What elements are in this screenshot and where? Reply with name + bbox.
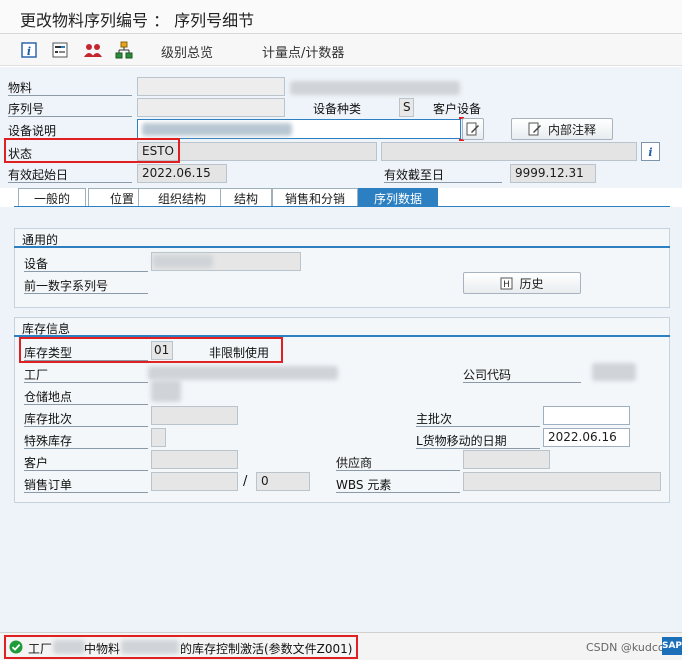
prev-serial-label: 前一数字系列号	[24, 277, 148, 294]
general-group-line	[14, 246, 670, 248]
stock-batch-label: 库存批次	[24, 410, 148, 427]
serial-field[interactable]	[137, 98, 285, 117]
storage-location-label: 仓储地点	[24, 388, 148, 405]
wbs-label: WBS 元素	[336, 476, 460, 493]
note-icon	[528, 122, 541, 136]
info-icon: i	[648, 146, 652, 158]
status-info-button[interactable]: i	[641, 142, 660, 161]
tab-general[interactable]: 一般的	[18, 188, 86, 207]
master-batch-label: 主批次	[416, 410, 540, 427]
sap-logo: SAP	[662, 637, 682, 655]
info-icon[interactable]: i	[20, 41, 38, 59]
history-button[interactable]: H 历史	[463, 272, 581, 294]
customer-label: 客户	[24, 454, 148, 471]
special-stock-label: 特殊库存	[24, 432, 148, 449]
equipment-label: 设备	[24, 255, 148, 272]
internal-note-button[interactable]: 内部注释	[511, 118, 613, 140]
svg-text:i: i	[27, 45, 31, 58]
measuring-points-button[interactable]: 计量点/计数器	[262, 42, 344, 61]
window-title: 更改物料序列编号 ： 序列号细节	[20, 11, 255, 30]
history-label: 历史	[519, 276, 544, 291]
structure-icon[interactable]	[51, 41, 69, 59]
long-text-button[interactable]	[462, 118, 484, 140]
wbs-field	[463, 472, 661, 491]
sales-order-item-field: 0	[256, 472, 310, 491]
valid-to-field: 9999.12.31	[510, 164, 596, 183]
company-code-label: 公司代码	[463, 366, 581, 383]
level-overview-button[interactable]: 级别总览	[161, 42, 213, 61]
valid-from-field: 2022.06.15	[137, 164, 227, 183]
tab-serial-data[interactable]: 序列数据	[358, 188, 438, 207]
tab-structure[interactable]: 结构	[220, 188, 272, 207]
plant-redacted	[148, 366, 338, 380]
history-icon: H	[500, 277, 513, 290]
vendor-field	[463, 450, 550, 469]
master-batch-input[interactable]	[543, 406, 630, 425]
edit-text-icon	[466, 122, 479, 136]
material-label: 物料	[8, 79, 132, 96]
special-stock-field	[151, 428, 166, 447]
status-bar: 工厂 中物料 的库存控制激活(参数文件Z001) CSDN @kudcon SA…	[0, 632, 682, 660]
equipment-redacted	[153, 255, 213, 268]
status-highlight-box	[4, 635, 358, 659]
equip-category-text: 客户设备	[433, 102, 482, 116]
hierarchy-icon[interactable]	[115, 41, 133, 59]
vendor-label: 供应商	[336, 454, 460, 471]
partners-icon[interactable]	[82, 41, 104, 59]
company-code-redacted	[592, 363, 636, 381]
csdn-watermark: CSDN @kudcon	[586, 641, 672, 654]
sales-order-field	[151, 472, 238, 491]
serial-label: 序列号	[8, 100, 132, 117]
storage-location-redacted	[151, 380, 181, 402]
internal-note-label: 内部注释	[547, 122, 596, 137]
material-description-redacted	[290, 81, 460, 95]
last-movement-label: L货物移动的日期	[416, 432, 540, 449]
customer-field	[151, 450, 238, 469]
valid-from-label: 有效起始日	[8, 166, 132, 183]
description-redacted	[142, 123, 292, 136]
equip-category-field[interactable]: S	[399, 98, 414, 117]
status-long-field	[381, 142, 637, 161]
plant-label: 工厂	[24, 366, 148, 383]
stock-batch-field	[151, 406, 238, 425]
sales-order-label: 销售订单	[24, 476, 148, 493]
title-bar: 更改物料序列编号 ： 序列号细节	[0, 0, 682, 34]
status-highlight-box	[4, 138, 180, 163]
material-field[interactable]	[137, 77, 285, 96]
last-movement-field[interactable]: 2022.06.16	[543, 428, 630, 447]
sales-order-separator: /	[243, 474, 248, 489]
description-label: 设备说明	[8, 122, 132, 139]
svg-text:i: i	[648, 146, 652, 158]
valid-to-label: 有效截至日	[384, 166, 502, 183]
tab-organization[interactable]: 组织结构	[138, 188, 226, 207]
application-toolbar: i 级别总览 计量点/计数器	[0, 34, 682, 66]
stock-type-highlight-box	[19, 337, 283, 363]
svg-text:H: H	[504, 280, 511, 290]
equip-category-label: 设备种类	[313, 102, 362, 116]
tab-sales-distribution[interactable]: 销售和分销	[272, 188, 358, 207]
